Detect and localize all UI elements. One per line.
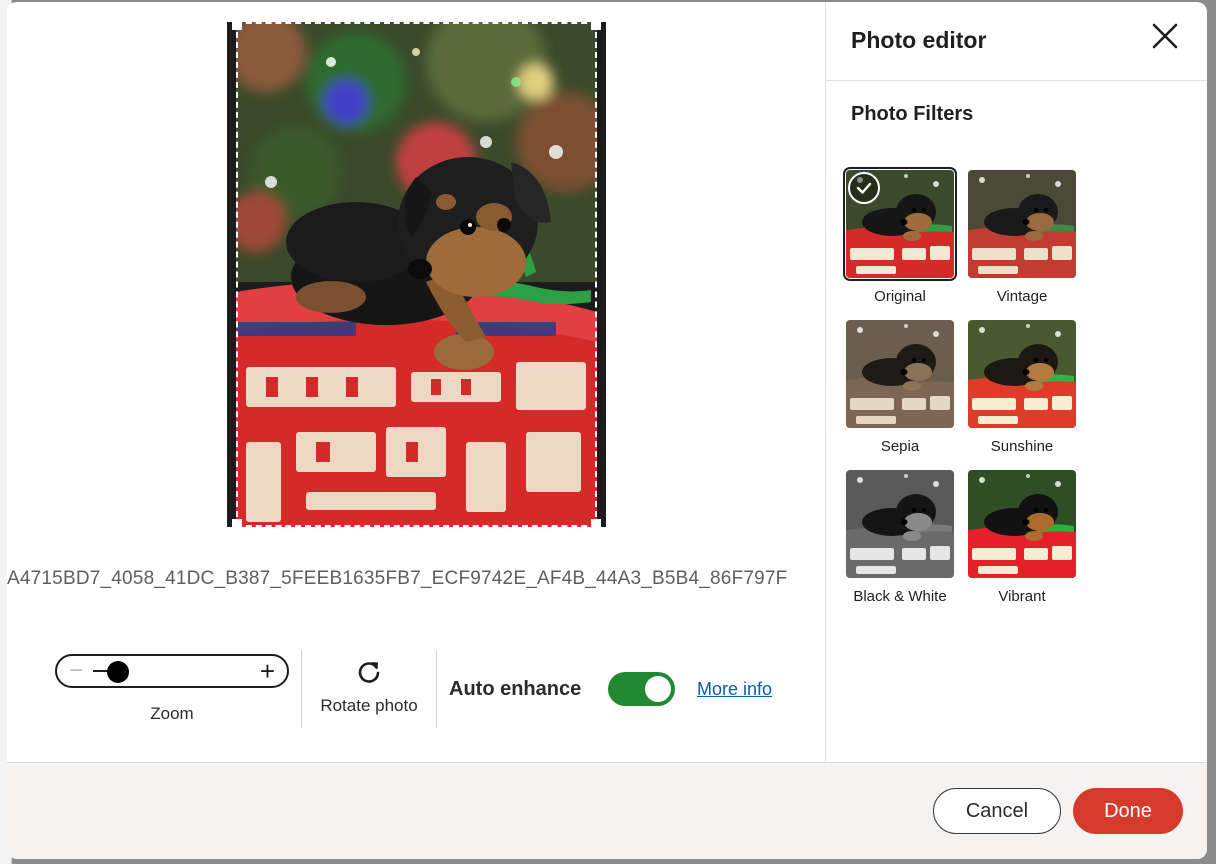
filter-thumbnail [968,170,1076,278]
divider [436,650,437,728]
filter-label: Sepia [880,438,920,455]
filter-thumbnail [968,320,1076,428]
cancel-button[interactable]: Cancel [933,788,1061,834]
puppy-photo [236,22,597,527]
filter-preview-image [968,320,1076,428]
filter-label: Sunshine [990,438,1054,455]
filter-vibrant[interactable]: Vibrant [966,468,1078,608]
minus-icon[interactable]: − [69,659,83,683]
filter-sunshine[interactable]: Sunshine [966,318,1078,458]
divider [301,650,302,728]
file-name: A4715BD7_4058_41DC_B387_5FEEB1635FB7_ECF… [7,568,788,589]
photo-canvas [227,20,606,529]
photo-preview[interactable] [236,22,597,527]
filter-thumbnail [846,470,954,578]
filter-vintage[interactable]: Vintage [966,168,1078,308]
filter-thumbnail [968,470,1076,578]
checkmark-icon [848,172,880,204]
more-info-link[interactable]: More info [697,679,772,700]
toggle-knob [645,676,671,702]
zoom-slider[interactable]: − + [55,654,289,688]
sidebar-header: Photo editor [826,2,1207,81]
filter-preview-image [968,470,1076,578]
filter-bw[interactable]: Black & White [844,468,956,608]
filter-label: Black & White [853,588,947,605]
crop-handle-top-left[interactable] [232,20,242,30]
photo-editor-modal: A4715BD7_4058_41DC_B387_5FEEB1635FB7_ECF… [7,2,1207,859]
editor-controls: − + Zoom Rotate photo Auto enhance More … [7,650,825,730]
rotate-icon [358,662,380,683]
editor-area: A4715BD7_4058_41DC_B387_5FEEB1635FB7_ECF… [7,2,825,762]
filter-label: Original [874,288,926,305]
crop-handle-top-right[interactable] [591,20,601,30]
sidebar: Photo editor Photo Filters Original Vinta… [825,2,1207,762]
sidebar-title: Photo editor [851,27,987,53]
filter-thumbnail [846,320,954,428]
filter-preview-image [846,470,954,578]
rotate-photo-label: Rotate photo [320,696,418,715]
done-button[interactable]: Done [1073,788,1183,834]
zoom-slider-handle[interactable] [107,661,129,683]
auto-enhance-toggle[interactable] [608,672,675,706]
crop-handle-bottom-left[interactable] [232,519,242,529]
filter-label: Vibrant [998,588,1046,605]
filter-sepia[interactable]: Sepia [844,318,956,458]
filter-preview-image [968,170,1076,278]
filter-preview-image [846,320,954,428]
crop-handle-bottom-right[interactable] [591,519,601,529]
zoom-label: Zoom [150,704,194,723]
close-icon[interactable] [1148,19,1182,53]
filters-title: Photo Filters [851,103,974,125]
filter-original[interactable]: Original [843,167,957,308]
footer: Cancel Done [7,762,1207,859]
rotate-photo-button[interactable]: Rotate photo [307,650,431,728]
filter-label: Vintage [996,288,1048,305]
auto-enhance-label: Auto enhance [449,678,582,700]
plus-icon[interactable]: + [260,658,275,684]
